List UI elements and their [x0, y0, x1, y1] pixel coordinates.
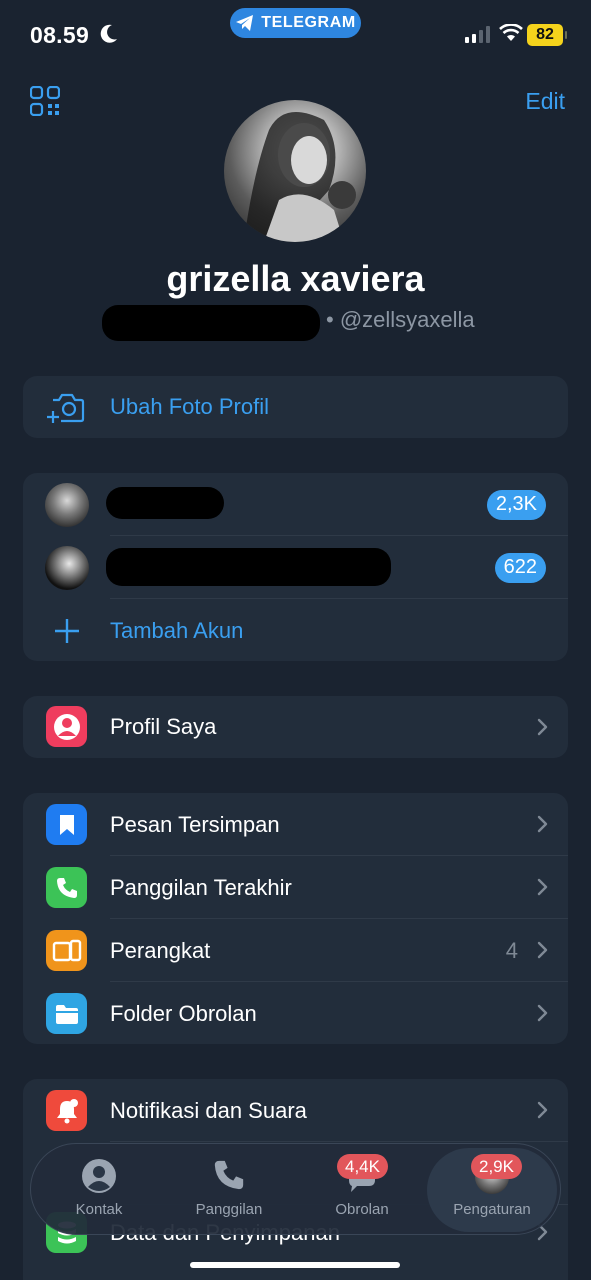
profile-name: grizella xaviera — [166, 258, 425, 299]
devices-count: 4 — [505, 937, 518, 963]
notifications-label: Notifikasi dan Suara — [110, 1097, 307, 1123]
status-time: 08.59 — [30, 22, 90, 48]
chat-folders-label: Folder Obrolan — [110, 1000, 257, 1026]
tab-chats[interactable]: 4,4K Obrolan — [307, 1144, 417, 1236]
person-icon — [46, 706, 87, 747]
profile-avatar[interactable] — [224, 100, 366, 242]
saved-messages-item[interactable]: Pesan Tersimpan — [23, 793, 568, 856]
edit-button[interactable]: Edit — [525, 88, 565, 115]
tab-contacts-label: Kontak — [75, 1201, 123, 1218]
person-circle-icon — [82, 1159, 116, 1193]
battery-indicator: 82 — [527, 24, 567, 46]
telegram-pill-label: TELEGRAM — [261, 14, 356, 31]
chevron-right-icon — [537, 718, 548, 736]
recent-calls-item[interactable]: Panggilan Terakhir — [23, 856, 568, 919]
devices-icon — [46, 930, 87, 971]
redacted-phone — [102, 305, 320, 341]
change-photo-button[interactable]: Ubah Foto Profil — [23, 376, 568, 438]
tab-calls[interactable]: Panggilan — [174, 1144, 284, 1236]
folder-icon — [46, 993, 87, 1034]
tab-settings-label: Pengaturan — [453, 1201, 531, 1218]
chevron-right-icon — [537, 941, 548, 959]
wifi-icon — [499, 24, 523, 41]
telegram-icon — [236, 15, 254, 31]
menu-card-1: Pesan Tersimpan Panggilan Terakhir Peran… — [23, 793, 568, 1044]
tab-settings[interactable]: 2,9K Pengaturan — [437, 1144, 547, 1236]
redacted-account-name — [106, 487, 224, 519]
chats-unread-badge: 4,4K — [337, 1154, 388, 1179]
signal-icon — [465, 26, 490, 43]
settings-unread-badge: 2,9K — [471, 1154, 522, 1179]
qr-code-icon[interactable] — [30, 86, 60, 116]
accounts-card: 2,3K 622 Tambah Akun — [23, 473, 568, 661]
unread-badge: 622 — [494, 552, 546, 583]
change-photo-label: Ubah Foto Profil — [110, 394, 269, 419]
plus-icon — [55, 619, 79, 643]
chevron-right-icon — [537, 815, 548, 833]
tab-calls-label: Panggilan — [195, 1201, 263, 1218]
devices-item[interactable]: Perangkat 4 — [23, 919, 568, 982]
notifications-item[interactable]: Notifikasi dan Suara — [23, 1079, 568, 1142]
redacted-account-name — [106, 548, 391, 586]
my-profile-card: Profil Saya — [23, 696, 568, 758]
my-profile-label: Profil Saya — [110, 714, 217, 739]
my-profile-item[interactable]: Profil Saya — [23, 696, 568, 758]
bell-icon — [46, 1090, 87, 1131]
unread-badge: 2,3K — [486, 489, 546, 520]
add-account-button[interactable]: Tambah Akun — [23, 599, 568, 662]
camera-add-icon — [47, 393, 85, 423]
chevron-right-icon — [537, 878, 548, 896]
account-avatar — [45, 482, 89, 527]
bookmark-icon — [46, 804, 87, 845]
moon-icon — [100, 24, 117, 43]
phone-icon — [214, 1160, 244, 1190]
chevron-right-icon — [537, 1101, 548, 1119]
account-item[interactable]: 2,3K — [23, 473, 568, 536]
tab-chats-label: Obrolan — [335, 1201, 389, 1218]
account-item[interactable]: 622 — [23, 536, 568, 599]
saved-messages-label: Pesan Tersimpan — [110, 811, 280, 837]
recent-calls-label: Panggilan Terakhir — [110, 874, 292, 900]
chevron-right-icon — [537, 1004, 548, 1022]
devices-label: Perangkat — [110, 937, 211, 963]
change-photo-card: Ubah Foto Profil — [23, 376, 568, 438]
phone-icon — [46, 867, 87, 908]
tab-bar: Kontak Panggilan 4,4K Obrolan 2,9K Penga… — [30, 1143, 561, 1235]
account-avatar — [45, 545, 89, 590]
chat-folders-item[interactable]: Folder Obrolan — [23, 982, 568, 1045]
tab-contacts[interactable]: Kontak — [44, 1144, 154, 1236]
home-indicator — [190, 1262, 400, 1268]
add-account-label: Tambah Akun — [110, 617, 244, 643]
telegram-pill[interactable]: TELEGRAM — [230, 8, 361, 38]
profile-photo — [244, 112, 356, 242]
profile-username[interactable]: • @zellsyaxella — [326, 307, 475, 333]
